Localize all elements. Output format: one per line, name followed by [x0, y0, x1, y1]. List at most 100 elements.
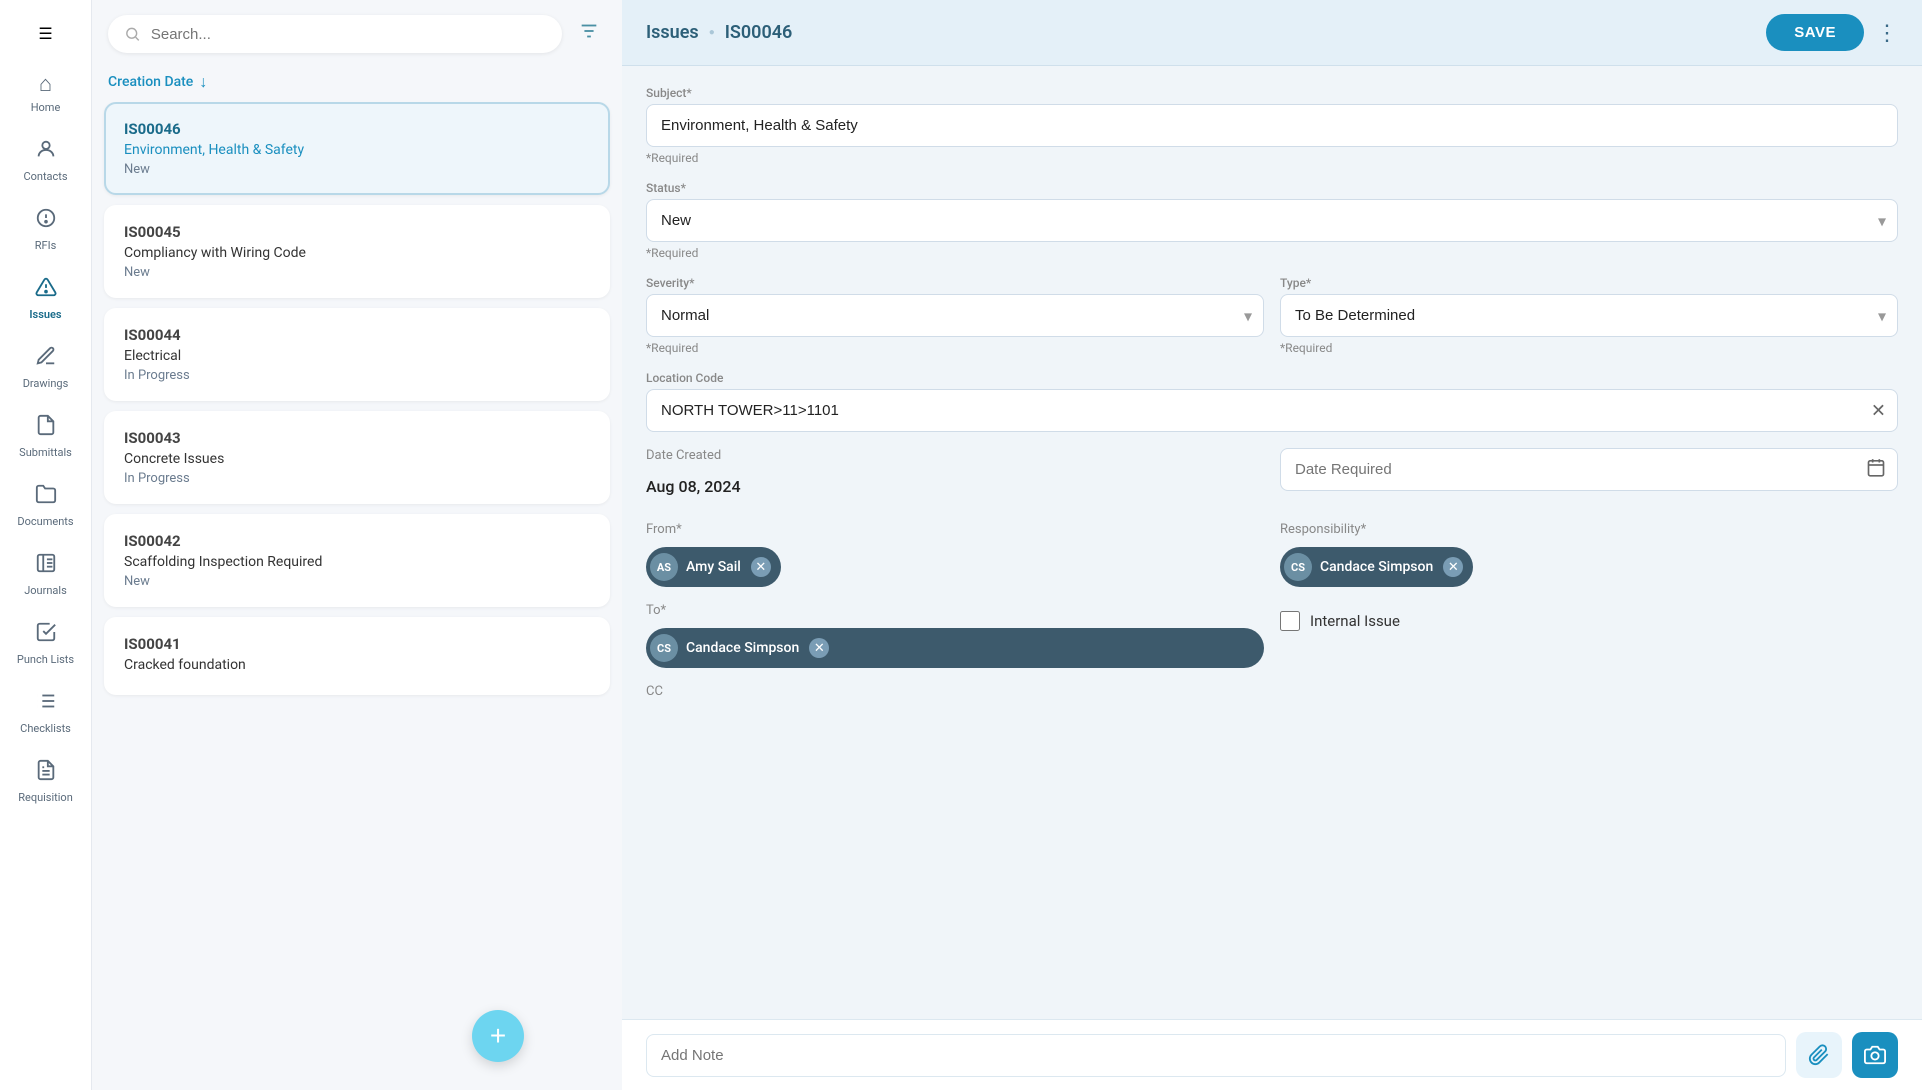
type-select[interactable]: To Be Determined Safety Quality Design — [1280, 294, 1898, 337]
severity-select-wrap: Normal Low Medium High Critical ▾ — [646, 294, 1264, 337]
to-remove-button[interactable]: ✕ — [809, 638, 829, 658]
to-field-group: To* CS Candace Simpson ✕ — [646, 603, 1264, 668]
type-label: Type* — [1280, 276, 1898, 290]
sidebar-item-label: Issues — [29, 308, 61, 321]
issue-card-IS00044[interactable]: IS00044 Electrical In Progress — [104, 308, 610, 401]
to-label: To* — [646, 603, 1264, 618]
issue-status: New — [124, 162, 590, 177]
attach-button[interactable] — [1796, 1032, 1842, 1078]
sidebar-item-drawings[interactable]: Drawings — [0, 335, 91, 400]
sidebar-item-issues[interactable]: Issues — [0, 266, 91, 331]
detail-header-actions: SAVE ⋮ — [1766, 14, 1898, 51]
home-icon: ⌂ — [39, 71, 52, 97]
severity-field-group: Severity* Normal Low Medium High Critica… — [646, 276, 1264, 355]
issue-card-IS00041[interactable]: IS00041 Cracked foundation — [104, 617, 610, 695]
sort-row[interactable]: Creation Date ↓ — [92, 68, 622, 102]
issue-id: IS00042 — [124, 532, 590, 550]
severity-select[interactable]: Normal Low Medium High Critical — [646, 294, 1264, 337]
to-chip: CS Candace Simpson ✕ — [646, 628, 1264, 668]
severity-required-note: *Required — [646, 341, 1264, 355]
sidebar-item-label: Documents — [17, 515, 73, 528]
from-remove-button[interactable]: ✕ — [751, 557, 771, 577]
type-required-note: *Required — [1280, 341, 1898, 355]
internal-issue-row: Internal Issue — [1280, 611, 1898, 631]
contacts-icon — [35, 138, 57, 166]
type-field-group: Type* To Be Determined Safety Quality De… — [1280, 276, 1898, 355]
subject-input[interactable] — [646, 104, 1898, 147]
subject-field-group: Subject* *Required — [646, 86, 1898, 165]
detail-panel: Issues ● IS00046 SAVE ⋮ Subject* *Requir… — [622, 0, 1922, 1090]
sidebar-item-rfis[interactable]: RFIs — [0, 197, 91, 262]
more-icon: ⋮ — [1876, 20, 1898, 45]
issue-id: IS00041 — [124, 635, 590, 653]
responsibility-avatar: CS — [1284, 553, 1312, 581]
camera-button[interactable] — [1852, 1032, 1898, 1078]
issue-title: Cracked foundation — [124, 657, 590, 673]
sidebar-item-documents[interactable]: Documents — [0, 473, 91, 538]
from-chip-wrap: AS Amy Sail ✕ — [646, 547, 1264, 587]
dates-row: Date Created Aug 08, 2024 — [646, 448, 1898, 506]
from-person-name: Amy Sail — [686, 559, 741, 575]
issue-card-IS00045[interactable]: IS00045 Compliancy with Wiring Code New — [104, 205, 610, 298]
issue-title: Environment, Health & Safety — [124, 142, 590, 158]
sidebar-item-home[interactable]: ⌂ Home — [0, 61, 91, 124]
filter-button[interactable] — [572, 14, 606, 54]
search-input-wrap — [108, 15, 562, 53]
sidebar-item-checklists[interactable]: Checklists — [0, 680, 91, 745]
to-avatar: CS — [650, 634, 678, 662]
sidebar-item-contacts[interactable]: Contacts — [0, 128, 91, 193]
sort-arrow: ↓ — [199, 72, 207, 92]
sidebar-item-label: RFIs — [35, 239, 57, 252]
issue-title: Scaffolding Inspection Required — [124, 554, 590, 570]
sidebar: ☰ ⌂ Home Contacts RFIs Issues Drawings S… — [0, 0, 92, 1090]
issue-card-IS00043[interactable]: IS00043 Concrete Issues In Progress — [104, 411, 610, 504]
issue-id: IS00046 — [124, 120, 590, 138]
issue-status: New — [124, 574, 590, 589]
sidebar-item-requisition[interactable]: Requisition — [0, 749, 91, 814]
status-label: Status* — [646, 181, 1898, 195]
severity-type-row: Severity* Normal Low Medium High Critica… — [646, 276, 1898, 355]
sidebar-item-label: Home — [31, 101, 61, 114]
hamburger-button[interactable]: ☰ — [0, 12, 91, 59]
breadcrumb: Issues ● IS00046 — [646, 22, 792, 43]
issue-card-IS00042[interactable]: IS00042 Scaffolding Inspection Required … — [104, 514, 610, 607]
date-created-block: Date Created Aug 08, 2024 — [646, 448, 1264, 506]
record-id: IS00046 — [725, 22, 793, 43]
from-field-group: From* AS Amy Sail ✕ — [646, 522, 1264, 587]
location-clear-button[interactable]: ✕ — [1871, 400, 1886, 421]
responsibility-field-group: Responsibility* CS Candace Simpson ✕ — [1280, 522, 1898, 587]
detail-header: Issues ● IS00046 SAVE ⋮ — [622, 0, 1922, 66]
subject-required-note: *Required — [646, 151, 1898, 165]
search-input[interactable] — [151, 26, 546, 43]
more-options-button[interactable]: ⋮ — [1876, 20, 1898, 46]
date-required-input[interactable] — [1280, 448, 1898, 491]
save-button[interactable]: SAVE — [1766, 14, 1864, 51]
status-select[interactable]: New In Progress Closed Resolved — [646, 199, 1898, 242]
sidebar-item-label: Submittals — [19, 446, 72, 459]
status-select-wrap: New In Progress Closed Resolved ▾ — [646, 199, 1898, 242]
cc-label: CC — [646, 684, 1898, 699]
issue-status: New — [124, 265, 590, 280]
issue-card-IS00046[interactable]: IS00046 Environment, Health & Safety New — [104, 102, 610, 195]
camera-icon — [1864, 1044, 1886, 1066]
sidebar-item-label: Journals — [24, 584, 67, 597]
add-issue-button[interactable]: + — [472, 1010, 524, 1062]
responsibility-remove-button[interactable]: ✕ — [1443, 557, 1463, 577]
sidebar-item-journals[interactable]: Journals — [0, 542, 91, 607]
internal-issue-checkbox[interactable] — [1280, 611, 1300, 631]
sidebar-item-punch-lists[interactable]: Punch Lists — [0, 611, 91, 676]
from-avatar: AS — [650, 553, 678, 581]
location-input[interactable] — [646, 389, 1898, 432]
sidebar-item-submittals[interactable]: Submittals — [0, 404, 91, 469]
responsibility-chip-wrap: CS Candace Simpson ✕ — [1280, 547, 1898, 587]
documents-icon — [35, 483, 57, 511]
date-created-value: Aug 08, 2024 — [646, 467, 1264, 506]
checklists-icon — [35, 690, 57, 718]
issue-id: IS00043 — [124, 429, 590, 447]
detail-body: Subject* *Required Status* New In Progre… — [622, 66, 1922, 1019]
sidebar-item-label: Contacts — [23, 170, 67, 183]
issue-id: IS00045 — [124, 223, 590, 241]
breadcrumb-issues: Issues — [646, 22, 699, 43]
add-note-input[interactable] — [646, 1034, 1786, 1077]
breadcrumb-separator: ● — [709, 27, 715, 38]
